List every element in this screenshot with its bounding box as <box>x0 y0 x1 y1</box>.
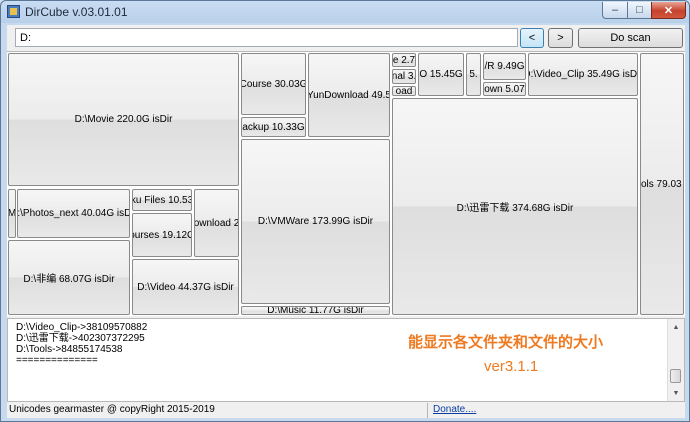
treemap-tile[interactable]: ownload 2 <box>194 189 239 257</box>
maximize-button[interactable]: □ <box>627 2 652 19</box>
treemap-tile-vmware[interactable]: D:\VMWare 173.99G isDir <box>241 139 390 304</box>
treemap-tile[interactable]: /R 9.49G <box>483 53 526 80</box>
tile-label: Course 30.03G <box>241 78 306 90</box>
tile-label: ownload 2 <box>194 217 239 229</box>
treemap-tile[interactable]: O 15.45G <box>418 53 464 96</box>
treemap-tile[interactable]: own 5.07 <box>483 82 526 96</box>
tile-label: ku Files 10.53 <box>132 194 192 206</box>
treemap-tile[interactable]: ackup 10.33G <box>241 117 306 137</box>
scroll-down-icon[interactable]: ▼ <box>668 385 684 401</box>
log-line: D:\Video_Clip->38109570882 <box>16 322 148 333</box>
tile-label: ourses 19.12G <box>132 229 192 241</box>
tile-label: D:\VMWare 173.99G isDir <box>257 216 374 227</box>
status-bar: Unicodes gearmaster @ copyRight 2015-201… <box>7 403 685 418</box>
tile-label: O 15.45G <box>419 69 463 80</box>
feature-hint-text: 能显示各文件夹和文件的大小 <box>408 334 604 351</box>
output-log[interactable]: D:\Video_Clip->38109570882 D:\迅雷下载->4023… <box>7 318 685 402</box>
scroll-thumb[interactable] <box>670 369 681 383</box>
version-text: ver3.1.1 <box>484 358 539 375</box>
treemap-tile[interactable]: YunDownload 49.5 <box>308 53 390 137</box>
treemap-tile[interactable]: nal 3. <box>392 69 416 84</box>
tile-label: own 5.07 <box>484 83 525 95</box>
treemap-tile-tools[interactable]: ols 79.03 <box>640 53 684 315</box>
title-bar[interactable]: DirCube v.03.01.01 – □ ✕ <box>1 1 689 23</box>
treemap-tile[interactable]: 5. <box>466 53 481 96</box>
tile-label: e 2.7 <box>392 54 416 66</box>
status-divider <box>427 403 428 418</box>
client-area: < > Do scan D:\Movie 220.0G isDir M D:\P… <box>7 25 685 418</box>
copyright-text: Unicodes gearmaster @ copyRight 2015-201… <box>9 404 215 415</box>
close-button[interactable]: ✕ <box>651 2 686 19</box>
do-scan-button[interactable]: Do scan <box>578 28 683 48</box>
tile-label: D:\Photos_next 40.04G isDir <box>17 208 129 219</box>
forward-button[interactable]: > <box>548 28 573 48</box>
window-title: DirCube v.03.01.01 <box>25 5 128 19</box>
treemap-tile-xunlei-download[interactable]: D:\迅雷下载 374.68G isDir <box>392 98 638 315</box>
treemap-tile-music[interactable]: D:\Music 11.77G isDir <box>241 306 390 315</box>
treemap-tile[interactable]: ku Files 10.53 <box>132 189 192 211</box>
app-window: DirCube v.03.01.01 – □ ✕ < > Do scan D:\… <box>0 0 690 422</box>
treemap-tile-video-clip[interactable]: D:\Video_Clip 35.49G isDir <box>528 53 638 96</box>
tile-label: oad <box>395 86 413 96</box>
tile-label: D:\非编 68.07G isDir <box>23 274 115 285</box>
treemap-tile-video[interactable]: D:\Video 44.37G isDir <box>132 259 239 315</box>
treemap-view: D:\Movie 220.0G isDir M D:\Photos_next 4… <box>7 51 685 316</box>
path-input[interactable] <box>15 28 518 47</box>
treemap-tile[interactable]: ourses 19.12G <box>132 213 192 257</box>
treemap-tile-photos-next[interactable]: D:\Photos_next 40.04G isDir <box>17 189 130 238</box>
minimize-button[interactable]: – <box>602 2 628 19</box>
treemap-tile[interactable]: M <box>8 189 16 238</box>
tile-label: D:\Video_Clip 35.49G isDir <box>528 69 638 80</box>
back-button[interactable]: < <box>520 28 544 48</box>
tile-label: YunDownload 49.5 <box>308 89 390 101</box>
treemap-tile-movie[interactable]: D:\Movie 220.0G isDir <box>8 53 239 186</box>
tile-label: ols 79.03 <box>641 178 682 190</box>
log-line: D:\Tools->84855174538 <box>16 344 123 355</box>
log-line: D:\迅雷下载->402307372295 <box>16 333 145 344</box>
treemap-tile[interactable]: Course 30.03G <box>241 53 306 115</box>
tile-label: D:\迅雷下载 374.68G isDir <box>456 203 574 214</box>
donate-link[interactable]: Donate.... <box>433 404 476 415</box>
tile-label: /R 9.49G <box>484 61 525 72</box>
treemap-tile-feibian[interactable]: D:\非编 68.07G isDir <box>8 240 130 315</box>
log-text: D:\Video_Clip->38109570882 D:\迅雷下载->4023… <box>16 322 147 366</box>
tile-label: nal 3. <box>392 71 416 82</box>
scroll-up-icon[interactable]: ▲ <box>668 319 684 335</box>
log-line: ============== <box>16 355 98 366</box>
treemap-tile[interactable]: e 2.7 <box>392 53 416 67</box>
tile-label: M <box>8 208 16 219</box>
tile-label: D:\Music 11.77G isDir <box>267 306 364 315</box>
treemap-tile[interactable]: oad <box>392 86 416 96</box>
tile-label: D:\Video 44.37G isDir <box>137 281 234 293</box>
tile-label: 5. <box>469 69 478 80</box>
tile-label: ackup 10.33G <box>242 121 305 133</box>
tile-label: D:\Movie 220.0G isDir <box>74 114 173 125</box>
app-icon <box>7 5 20 18</box>
log-scrollbar[interactable]: ▲ ▼ <box>667 319 684 401</box>
